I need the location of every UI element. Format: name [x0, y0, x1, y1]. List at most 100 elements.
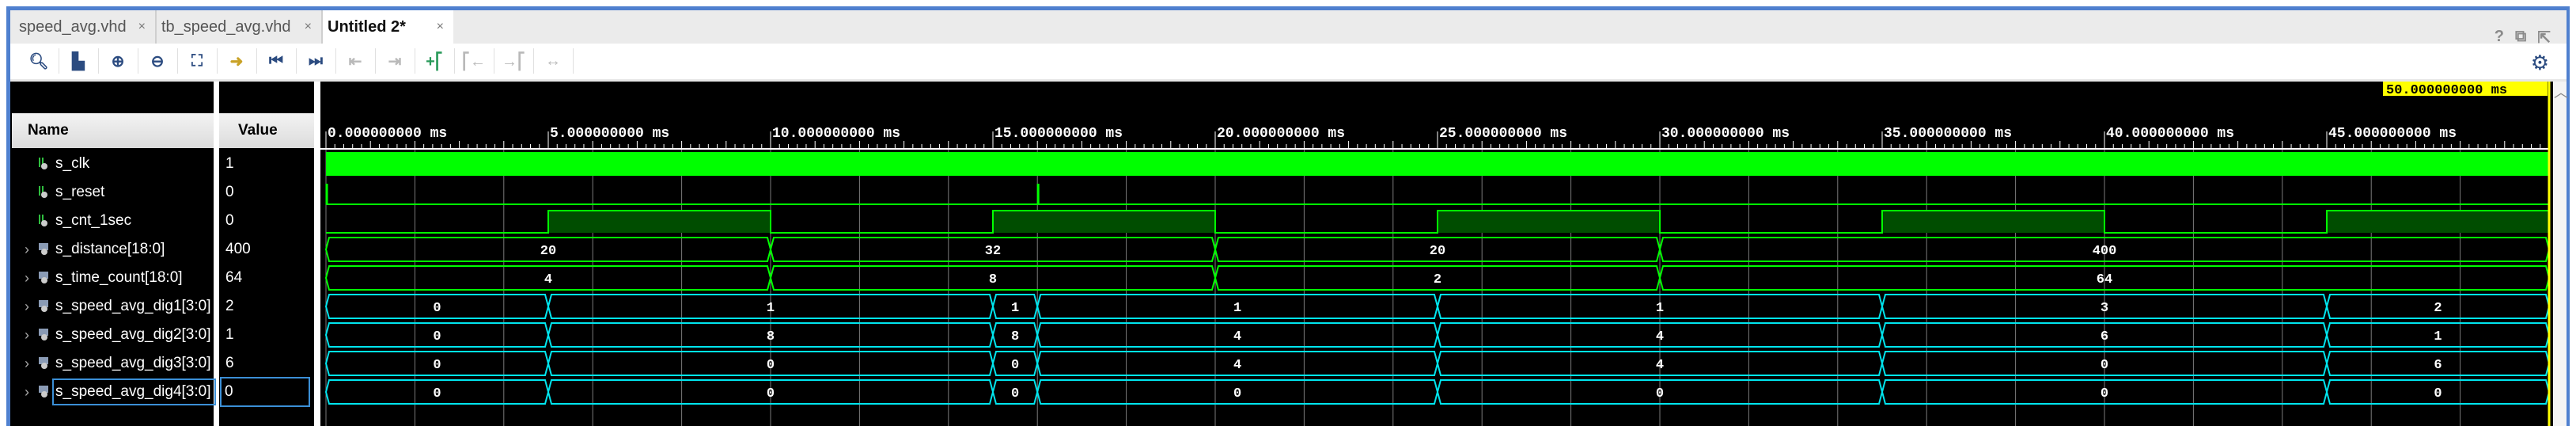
tab-speed-avg-vhd[interactable]: speed_avg.vhd ×: [14, 10, 157, 44]
close-icon[interactable]: ×: [305, 20, 312, 34]
signal-value-cell[interactable]: 0: [219, 179, 314, 206]
close-icon[interactable]: ×: [138, 20, 146, 34]
add-marker-icon[interactable]: +⎡: [424, 51, 445, 71]
go-to-cursor-icon[interactable]: ➜: [226, 51, 247, 71]
zoom-out-icon[interactable]: ⊖: [147, 51, 168, 71]
ruler-label: 15.000000000 ms: [994, 126, 1123, 142]
bus-value-label: 0: [767, 358, 775, 373]
toolbar-separator: [177, 48, 178, 74]
tab-label: tb_speed_avg.vhd: [161, 17, 291, 36]
logic-signal-icon: [38, 157, 49, 171]
bus-value-label: 0: [1656, 386, 1664, 401]
toolbar-separator: [296, 48, 297, 74]
close-icon[interactable]: ×: [437, 20, 444, 34]
signal-row-s-cnt-1sec[interactable]: s_cnt_1sec: [10, 207, 214, 234]
signal-value-cell[interactable]: 1: [219, 150, 314, 177]
tab-untitled-2[interactable]: Untitled 2* ×: [323, 10, 453, 44]
next-marker-icon[interactable]: →⎡: [502, 51, 525, 71]
signal-value-cell[interactable]: 64: [219, 264, 314, 291]
expand-chevron-icon[interactable]: ›: [25, 299, 29, 315]
signal-value-cell[interactable]: 0: [219, 207, 314, 234]
signal-name: s_speed_avg_dig1[3:0]: [55, 298, 211, 314]
vertical-scrollbar[interactable]: ︿: [2554, 82, 2568, 426]
name-column-header[interactable]: Name: [12, 113, 214, 148]
signal-row-s-reset[interactable]: s_reset: [10, 179, 214, 206]
bus-value-label: 1: [1656, 301, 1664, 316]
search-icon[interactable]: 🔍︎: [28, 51, 49, 71]
ruler-label: 5.000000000 ms: [550, 126, 669, 142]
bus-value-label: 6: [2434, 358, 2442, 373]
signal-value-cell[interactable]: 0: [220, 377, 310, 407]
signal-name: s_clk: [55, 155, 90, 172]
bus-value-label: 4: [1233, 329, 1241, 344]
ruler-label: 35.000000000 ms: [1884, 126, 2012, 142]
signal-value: 1: [225, 155, 234, 172]
logic-signal-icon: [38, 185, 49, 200]
high-fill: [1438, 211, 1660, 233]
next-transition-icon[interactable]: ⇥: [385, 51, 405, 71]
bus-signal-icon: [38, 356, 49, 371]
signal-name-panel: Name s_clk s_reset s_cnt_1sec › s_distance[1…: [10, 82, 216, 426]
go-to-start-icon[interactable]: ⏮: [266, 51, 286, 71]
high-fill: [548, 211, 771, 233]
swap-cursors-icon[interactable]: ↔: [543, 51, 563, 71]
ruler-label: 10.000000000 ms: [772, 126, 900, 142]
zoom-fit-icon[interactable]: ⛶: [187, 51, 207, 71]
previous-marker-icon[interactable]: ⎡←: [462, 51, 486, 71]
gear-icon[interactable]: ⚙: [2531, 51, 2549, 75]
signal-row-s-speed-avg-dig2[interactable]: › s_speed_avg_dig2[3:0]: [10, 321, 214, 348]
bus-signal-icon: [38, 299, 49, 314]
bus-value-label: 6: [2101, 329, 2108, 344]
bus-value-label: 1: [1233, 301, 1241, 316]
bus-value-label: 64: [2097, 272, 2112, 287]
signal-value: 6: [225, 355, 234, 371]
go-to-end-icon[interactable]: ⏭: [305, 51, 326, 71]
expand-chevron-icon[interactable]: ›: [25, 384, 29, 401]
scroll-up-icon[interactable]: ︿: [2554, 82, 2568, 102]
waveform-s-speed-avg-dig1: 0 1 1 1 1 3 2: [324, 294, 2551, 319]
expand-chevron-icon[interactable]: ›: [25, 242, 29, 258]
signal-row-s-distance[interactable]: › s_distance[18:0]: [10, 236, 214, 263]
expand-chevron-icon[interactable]: ›: [25, 270, 29, 287]
waveform-s-cnt-1sec: [326, 210, 2550, 234]
signal-row-s-speed-avg-dig4[interactable]: › s_speed_avg_dig4[3:0]: [10, 378, 216, 405]
bus-value-label: 2: [2434, 301, 2442, 316]
signal-row-s-time-count[interactable]: › s_time_count[18:0]: [10, 264, 214, 291]
waveform-s-clk: [326, 152, 2549, 176]
value-column-header[interactable]: Value: [219, 113, 314, 148]
bus-value-label: 0: [2434, 386, 2442, 401]
previous-transition-icon[interactable]: ⇤: [345, 51, 366, 71]
bus-value-label: 0: [1011, 386, 1019, 401]
save-icon[interactable]: ▙: [68, 51, 89, 71]
signal-value: 400: [225, 241, 251, 257]
zoom-in-icon[interactable]: ⊕: [108, 51, 128, 71]
bus-signal-icon: [38, 271, 49, 285]
ruler-label: 30.000000000 ms: [1661, 126, 1790, 142]
high-fill: [2327, 211, 2549, 233]
toolbar-separator: [454, 48, 455, 74]
bus-value-label: 20: [540, 244, 556, 259]
signal-row-s-speed-avg-dig1[interactable]: › s_speed_avg_dig1[3:0]: [10, 293, 214, 320]
bus-value-label: 0: [433, 301, 441, 316]
signal-value-cell[interactable]: 400: [219, 236, 314, 263]
waveform-s-distance: 20 32 20 400: [324, 237, 2551, 262]
waveform-canvas[interactable]: 0.000000000 ms 5.000000000 ms 10.000000000…: [320, 82, 2553, 426]
signal-row-s-speed-avg-dig3[interactable]: › s_speed_avg_dig3[3:0]: [10, 350, 214, 377]
signal-name: s_time_count[18:0]: [55, 269, 183, 286]
high-fill: [1882, 211, 2104, 233]
toolbar-separator: [335, 48, 336, 74]
bus-signal-icon: [38, 242, 49, 257]
bus-value-label: 8: [1011, 329, 1019, 344]
signal-value-cell[interactable]: 1: [219, 321, 314, 348]
expand-chevron-icon[interactable]: ›: [25, 327, 29, 344]
signal-value-cell[interactable]: 6: [219, 350, 314, 377]
signal-value-cell[interactable]: 2: [219, 293, 314, 320]
bus-value-label: 20: [1430, 244, 1445, 259]
signal-row-s-clk[interactable]: s_clk: [10, 150, 214, 177]
signal-value: 0: [225, 212, 234, 229]
tab-tb-speed-avg-vhd[interactable]: tb_speed_avg.vhd ×: [157, 10, 323, 44]
toolbar-separator: [375, 48, 376, 74]
toolbar-separator: [573, 48, 574, 74]
expand-chevron-icon[interactable]: ›: [25, 356, 29, 372]
waveform-s-reset: [325, 184, 2549, 205]
